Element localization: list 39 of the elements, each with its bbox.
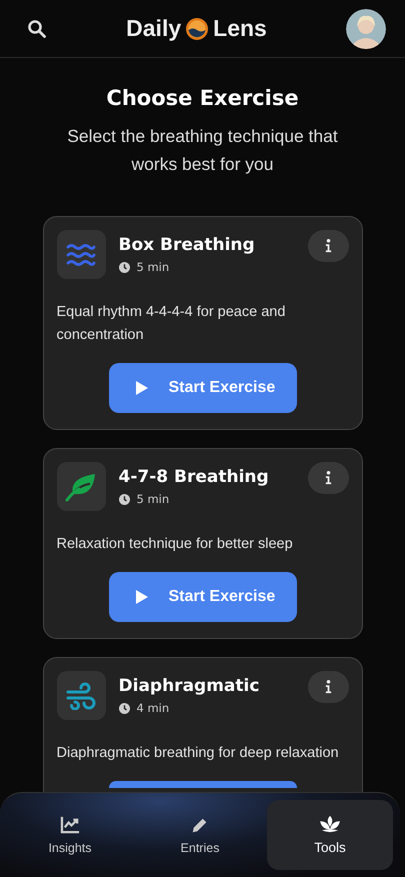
info-button[interactable]: [308, 230, 348, 262]
exercise-description: Diaphragmatic breathing for deep relaxation: [56, 744, 340, 763]
pencil-icon: [191, 816, 209, 834]
clock-icon: [118, 262, 130, 272]
chart-icon: [60, 815, 80, 834]
start-exercise-button[interactable]: [108, 781, 296, 788]
info-icon: [324, 471, 332, 485]
exercise-description: Equal rhythm 4-4-4-4 for peace and concentration: [56, 303, 286, 345]
info-icon: [324, 680, 332, 694]
play-icon: [134, 589, 148, 605]
duration-text: 5 min: [136, 260, 170, 274]
wind-icon: [65, 682, 97, 710]
info-button[interactable]: [308, 671, 348, 703]
app-title: Daily: [126, 15, 182, 42]
exercise-title: Box Breathing: [118, 235, 256, 255]
duration-text: 4 min: [136, 701, 170, 715]
search-icon[interactable]: [27, 18, 47, 38]
nav-tab[interactable]: Tools: [267, 800, 393, 870]
clock-icon: [118, 494, 130, 504]
page-subheading: Select the breathing technique that works best for you: [66, 125, 339, 176]
play-icon: [134, 380, 148, 396]
nav-tab[interactable]: Insights: [7, 800, 133, 870]
lotus-icon: [319, 815, 341, 833]
info-icon: [324, 239, 332, 253]
exercise-title: 4-7-8 Breathing: [118, 467, 270, 487]
leaf-icon: [65, 472, 97, 502]
start-exercise-button[interactable]: Start Exercise: [108, 363, 296, 413]
clock-icon: [118, 702, 130, 714]
sunset-logo-icon: [185, 16, 210, 40]
app-title: Lens: [213, 15, 267, 42]
exercise-title: Diaphragmatic: [118, 676, 260, 696]
waves-icon: [66, 244, 96, 266]
start-exercise-button[interactable]: Start Exercise: [108, 572, 296, 622]
avatar[interactable]: [346, 8, 386, 48]
exercise-description: Relaxation technique for better sleep: [56, 535, 294, 554]
nav-tab[interactable]: Entries: [137, 800, 263, 870]
duration-text: 5 min: [136, 492, 170, 506]
page-heading: Choose Exercise: [106, 86, 299, 110]
info-button[interactable]: [308, 462, 348, 494]
